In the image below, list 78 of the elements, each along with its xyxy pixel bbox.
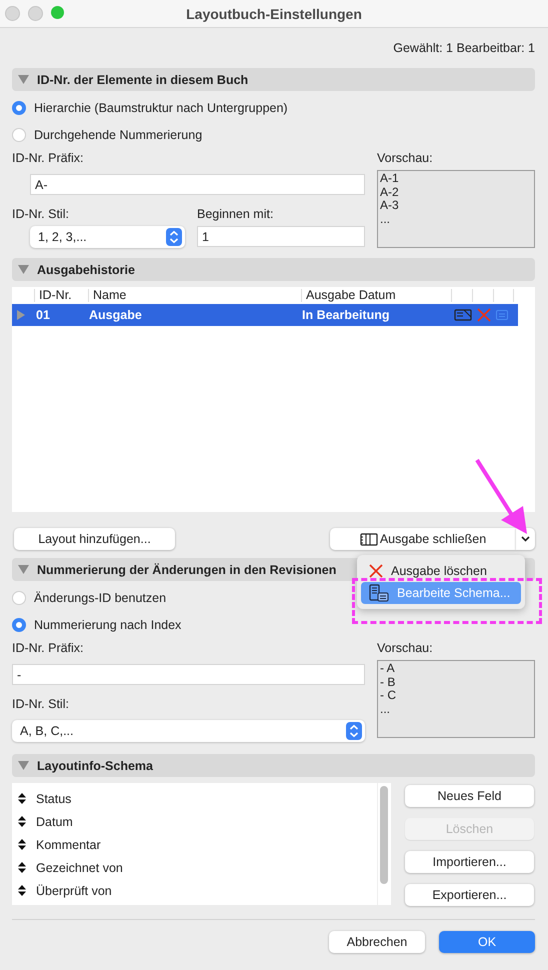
list-item[interactable]: Überprüft von [12, 879, 377, 902]
column-header[interactable]: Name [88, 289, 301, 302]
table-cell-text: 01 [35, 308, 51, 322]
preview-line: - B [380, 676, 396, 689]
list-item[interactable]: Status [12, 787, 377, 810]
chevron-down-icon [521, 536, 530, 542]
cancel-button[interactable]: Abbrechen [329, 931, 425, 953]
radio-button[interactable] [12, 590, 26, 604]
prefix-field[interactable]: - [12, 664, 365, 685]
ok-button[interactable]: OK [439, 931, 535, 953]
column-header[interactable]: Ausgabe Datum [301, 289, 451, 302]
preview-line: ... [380, 212, 392, 226]
schema-button[interactable]: Exportieren... [405, 884, 534, 906]
add-layout-button[interactable]: Layout hinzufügen... [14, 528, 175, 550]
disclosure-triangle-icon[interactable] [17, 310, 25, 320]
reorder-icon[interactable] [18, 793, 26, 804]
section-header[interactable]: Ausgabehistorie [12, 258, 535, 281]
start-field[interactable]: 1 [197, 226, 365, 247]
style-label: ID-Nr. Stil: [12, 207, 69, 221]
schema-button[interactable]: Importieren... [405, 851, 534, 873]
stepper-icon [166, 228, 182, 246]
schema-button[interactable]: Neues Feld [405, 785, 534, 807]
table-row[interactable]: 01 Ausgabe In Bearbeitung [12, 304, 518, 326]
delete-icon [369, 564, 383, 578]
section-header[interactable]: ID-Nr. der Elemente in diesem Buch [12, 68, 535, 91]
selection-info: Gewählt: 1 Bearbeitbar: 1 [393, 41, 535, 55]
table-cell-text: Ausgabe [89, 308, 143, 322]
section-title: Layoutinfo-Schema [37, 758, 153, 772]
scrollbar-thumb[interactable] [380, 786, 388, 884]
field-name: Gezeichnet von [36, 860, 123, 874]
start-label: Beginnen mit: [197, 207, 274, 221]
list-item[interactable]: Gezeichnet von [12, 856, 377, 879]
field-name: Datum [36, 814, 73, 828]
list-item[interactable]: Kommentar [12, 833, 377, 856]
section-title: Nummerierung der Änderungen in den Revisionen [37, 562, 336, 576]
stepper-icon [346, 722, 362, 740]
preview-label: Vorschau: [377, 641, 434, 655]
list-item[interactable]: Datum [12, 810, 377, 833]
close-issue-button[interactable]: Ausgabe schließen [330, 528, 516, 550]
section-title: Ausgabehistorie [37, 262, 135, 276]
style-dropdown[interactable]: A, B, C,... [12, 720, 365, 742]
radio-label: Nummerierung nach Index [34, 618, 182, 632]
reorder-icon[interactable] [18, 816, 26, 827]
radio-button[interactable] [12, 618, 26, 632]
preview-line: A-3 [380, 199, 400, 212]
document-list-icon [369, 584, 389, 602]
menu-item[interactable]: Ausgabe löschen [361, 560, 521, 582]
radio-label: Durchgehende Nummerierung [34, 128, 202, 142]
prefix-label: ID-Nr. Präfix: [12, 151, 85, 167]
book-icon [360, 532, 378, 546]
reorder-icon[interactable] [18, 839, 26, 850]
preview-line: - C [380, 689, 397, 702]
radio-label: Hierarchie (Baumstruktur nach Untergruppen) [34, 100, 288, 114]
reorder-icon[interactable] [18, 862, 26, 873]
window-title: Layoutbuch-Einstellungen [186, 6, 362, 22]
field-name: Überprüft von [36, 884, 112, 898]
preview-line: A-1 [380, 172, 400, 186]
prefix-label: ID-Nr. Präfix: [12, 641, 85, 657]
field-name: Status [36, 792, 72, 806]
column-header[interactable]: ID-Nr. [34, 289, 88, 302]
dropdown-button[interactable] [516, 528, 535, 550]
preview-line: ... [380, 702, 392, 716]
preview-line: A-2 [380, 186, 400, 199]
layout-book-icon[interactable] [454, 309, 472, 321]
preview-label: Vorschau: [377, 151, 434, 165]
radio-button[interactable] [12, 100, 26, 114]
table-cell-text: In Bearbeitung [302, 308, 391, 322]
section-title: ID-Nr. der Elemente in diesem Buch [37, 72, 248, 86]
zoom-button[interactable] [51, 6, 64, 19]
prefix-field[interactable]: A- [30, 174, 365, 195]
style-label: ID-Nr. Stil: [12, 697, 70, 713]
section-header[interactable]: Layoutinfo-Schema [12, 754, 535, 777]
preview-line: - A [380, 662, 396, 676]
field-name: Kommentar [36, 838, 101, 852]
style-dropdown[interactable]: 1, 2, 3,... [30, 226, 185, 248]
reorder-icon[interactable] [18, 885, 26, 896]
radio-label: Änderungs-ID benutzen [34, 590, 166, 604]
radio-button[interactable] [12, 128, 26, 142]
